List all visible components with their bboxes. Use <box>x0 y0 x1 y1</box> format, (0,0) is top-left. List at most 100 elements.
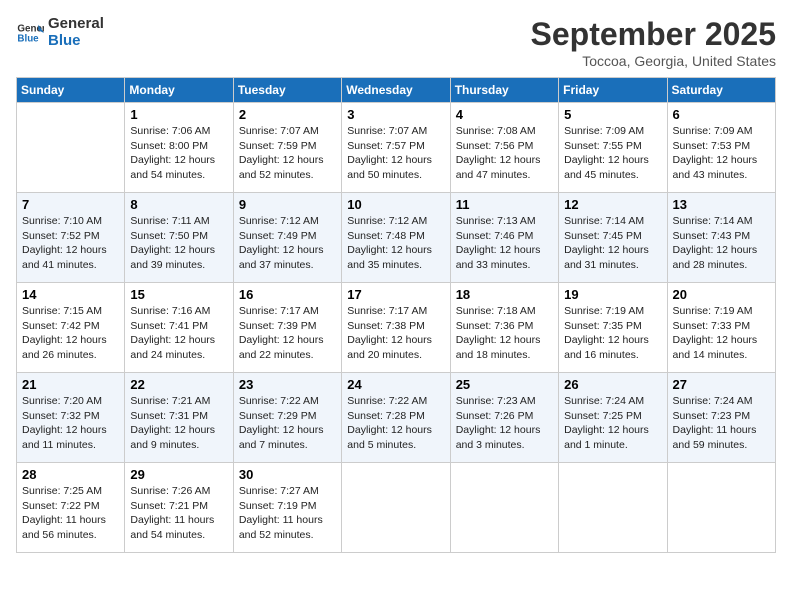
calendar-cell: 8 Sunrise: 7:11 AM Sunset: 7:50 PM Daylig… <box>125 193 233 283</box>
calendar-cell: 14Sunrise: 7:15 AM Sunset: 7:42 PM Dayli… <box>17 283 125 373</box>
day-number: 3 <box>347 107 444 122</box>
day-info: Sunrise: 7:24 AM Sunset: 7:25 PM Dayligh… <box>564 394 661 453</box>
svg-text:Blue: Blue <box>17 33 39 44</box>
day-number: 1 <box>130 107 227 122</box>
calendar-cell: 23 Sunrise: 7:22 AM Sunset: 7:29 PM Dayli… <box>233 373 341 463</box>
day-number: 11 <box>456 197 553 212</box>
day-number: 21 <box>22 377 119 392</box>
day-info: Sunrise: 7:20 AM Sunset: 7:32 PM Dayligh… <box>22 394 119 453</box>
day-info: Sunrise: 7:11 AM Sunset: 7:50 PM Dayligh… <box>130 214 227 273</box>
day-info: Sunrise: 7:07 AM Sunset: 7:57 PM Dayligh… <box>347 124 444 183</box>
calendar-cell: 10 Sunrise: 7:12 AM Sunset: 7:48 PM Dayli… <box>342 193 450 283</box>
calendar-cell: 24 Sunrise: 7:22 AM Sunset: 7:28 PM Dayli… <box>342 373 450 463</box>
day-number: 25 <box>456 377 553 392</box>
logo-icon: General Blue <box>16 19 44 47</box>
calendar-cell: 12 Sunrise: 7:14 AM Sunset: 7:45 PM Dayli… <box>559 193 667 283</box>
day-info: Sunrise: 7:14 AM Sunset: 7:45 PM Dayligh… <box>564 214 661 273</box>
calendar-cell: 3 Sunrise: 7:07 AM Sunset: 7:57 PM Daylig… <box>342 103 450 193</box>
day-number: 13 <box>673 197 770 212</box>
calendar-cell: 13 Sunrise: 7:14 AM Sunset: 7:43 PM Dayli… <box>667 193 775 283</box>
day-number: 29 <box>130 467 227 482</box>
page-header: General Blue General Blue September 2025… <box>16 16 776 69</box>
calendar-cell: 18Sunrise: 7:18 AM Sunset: 7:36 PM Dayli… <box>450 283 558 373</box>
calendar-week-1: 1Sunrise: 7:06 AM Sunset: 8:00 PM Daylig… <box>17 103 776 193</box>
day-number: 30 <box>239 467 336 482</box>
calendar-cell: 1Sunrise: 7:06 AM Sunset: 8:00 PM Daylig… <box>125 103 233 193</box>
day-info: Sunrise: 7:17 AM Sunset: 7:38 PM Dayligh… <box>347 304 444 363</box>
day-number: 24 <box>347 377 444 392</box>
day-info: Sunrise: 7:21 AM Sunset: 7:31 PM Dayligh… <box>130 394 227 453</box>
calendar-cell: 6 Sunrise: 7:09 AM Sunset: 7:53 PM Daylig… <box>667 103 775 193</box>
day-info: Sunrise: 7:08 AM Sunset: 7:56 PM Dayligh… <box>456 124 553 183</box>
day-number: 7 <box>22 197 119 212</box>
calendar-cell: 15 Sunrise: 7:16 AM Sunset: 7:41 PM Dayli… <box>125 283 233 373</box>
calendar-cell: 11 Sunrise: 7:13 AM Sunset: 7:46 PM Dayli… <box>450 193 558 283</box>
day-number: 12 <box>564 197 661 212</box>
calendar-cell: 22Sunrise: 7:21 AM Sunset: 7:31 PM Dayli… <box>125 373 233 463</box>
day-info: Sunrise: 7:07 AM Sunset: 7:59 PM Dayligh… <box>239 124 336 183</box>
logo-line1: General <box>48 16 104 33</box>
calendar-cell: 4 Sunrise: 7:08 AM Sunset: 7:56 PM Daylig… <box>450 103 558 193</box>
day-info: Sunrise: 7:19 AM Sunset: 7:35 PM Dayligh… <box>564 304 661 363</box>
calendar-week-4: 21 Sunrise: 7:20 AM Sunset: 7:32 PM Dayli… <box>17 373 776 463</box>
calendar-cell: 25Sunrise: 7:23 AM Sunset: 7:26 PM Dayli… <box>450 373 558 463</box>
calendar-cell: 19 Sunrise: 7:19 AM Sunset: 7:35 PM Dayli… <box>559 283 667 373</box>
day-number: 6 <box>673 107 770 122</box>
day-info: Sunrise: 7:13 AM Sunset: 7:46 PM Dayligh… <box>456 214 553 273</box>
day-info: Sunrise: 7:14 AM Sunset: 7:43 PM Dayligh… <box>673 214 770 273</box>
calendar-cell: 7 Sunrise: 7:10 AM Sunset: 7:52 PM Daylig… <box>17 193 125 283</box>
title-block: September 2025 Toccoa, Georgia, United S… <box>531 16 776 69</box>
day-info: Sunrise: 7:10 AM Sunset: 7:52 PM Dayligh… <box>22 214 119 273</box>
header-tuesday: Tuesday <box>233 78 341 103</box>
day-info: Sunrise: 7:09 AM Sunset: 7:53 PM Dayligh… <box>673 124 770 183</box>
calendar-header-row: SundayMondayTuesdayWednesdayThursdayFrid… <box>17 78 776 103</box>
calendar-cell <box>17 103 125 193</box>
logo: General Blue General Blue <box>16 16 104 49</box>
day-info: Sunrise: 7:16 AM Sunset: 7:41 PM Dayligh… <box>130 304 227 363</box>
day-info: Sunrise: 7:17 AM Sunset: 7:39 PM Dayligh… <box>239 304 336 363</box>
day-number: 18 <box>456 287 553 302</box>
calendar-table: SundayMondayTuesdayWednesdayThursdayFrid… <box>16 77 776 553</box>
day-number: 23 <box>239 377 336 392</box>
location: Toccoa, Georgia, United States <box>531 53 776 69</box>
day-number: 28 <box>22 467 119 482</box>
day-number: 4 <box>456 107 553 122</box>
day-info: Sunrise: 7:19 AM Sunset: 7:33 PM Dayligh… <box>673 304 770 363</box>
calendar-body: 1Sunrise: 7:06 AM Sunset: 8:00 PM Daylig… <box>17 103 776 553</box>
day-info: Sunrise: 7:24 AM Sunset: 7:23 PM Dayligh… <box>673 394 770 453</box>
header-saturday: Saturday <box>667 78 775 103</box>
calendar-cell <box>450 463 558 553</box>
calendar-cell: 17 Sunrise: 7:17 AM Sunset: 7:38 PM Dayli… <box>342 283 450 373</box>
calendar-cell: 20 Sunrise: 7:19 AM Sunset: 7:33 PM Dayli… <box>667 283 775 373</box>
day-number: 26 <box>564 377 661 392</box>
calendar-cell: 9Sunrise: 7:12 AM Sunset: 7:49 PM Daylig… <box>233 193 341 283</box>
calendar-cell: 29 Sunrise: 7:26 AM Sunset: 7:21 PM Dayli… <box>125 463 233 553</box>
calendar-cell: 16 Sunrise: 7:17 AM Sunset: 7:39 PM Dayli… <box>233 283 341 373</box>
day-number: 9 <box>239 197 336 212</box>
day-number: 20 <box>673 287 770 302</box>
header-sunday: Sunday <box>17 78 125 103</box>
calendar-cell: 5 Sunrise: 7:09 AM Sunset: 7:55 PM Daylig… <box>559 103 667 193</box>
day-number: 15 <box>130 287 227 302</box>
calendar-week-2: 7 Sunrise: 7:10 AM Sunset: 7:52 PM Daylig… <box>17 193 776 283</box>
day-number: 5 <box>564 107 661 122</box>
calendar-week-5: 28Sunrise: 7:25 AM Sunset: 7:22 PM Dayli… <box>17 463 776 553</box>
day-number: 17 <box>347 287 444 302</box>
header-monday: Monday <box>125 78 233 103</box>
day-number: 27 <box>673 377 770 392</box>
logo-line2: Blue <box>48 33 104 50</box>
day-number: 14 <box>22 287 119 302</box>
calendar-cell: 28Sunrise: 7:25 AM Sunset: 7:22 PM Dayli… <box>17 463 125 553</box>
header-wednesday: Wednesday <box>342 78 450 103</box>
day-info: Sunrise: 7:22 AM Sunset: 7:29 PM Dayligh… <box>239 394 336 453</box>
day-number: 8 <box>130 197 227 212</box>
day-info: Sunrise: 7:22 AM Sunset: 7:28 PM Dayligh… <box>347 394 444 453</box>
day-info: Sunrise: 7:09 AM Sunset: 7:55 PM Dayligh… <box>564 124 661 183</box>
day-number: 10 <box>347 197 444 212</box>
day-info: Sunrise: 7:26 AM Sunset: 7:21 PM Dayligh… <box>130 484 227 543</box>
calendar-week-3: 14Sunrise: 7:15 AM Sunset: 7:42 PM Dayli… <box>17 283 776 373</box>
day-number: 16 <box>239 287 336 302</box>
day-info: Sunrise: 7:12 AM Sunset: 7:48 PM Dayligh… <box>347 214 444 273</box>
calendar-cell: 2Sunrise: 7:07 AM Sunset: 7:59 PM Daylig… <box>233 103 341 193</box>
day-number: 19 <box>564 287 661 302</box>
